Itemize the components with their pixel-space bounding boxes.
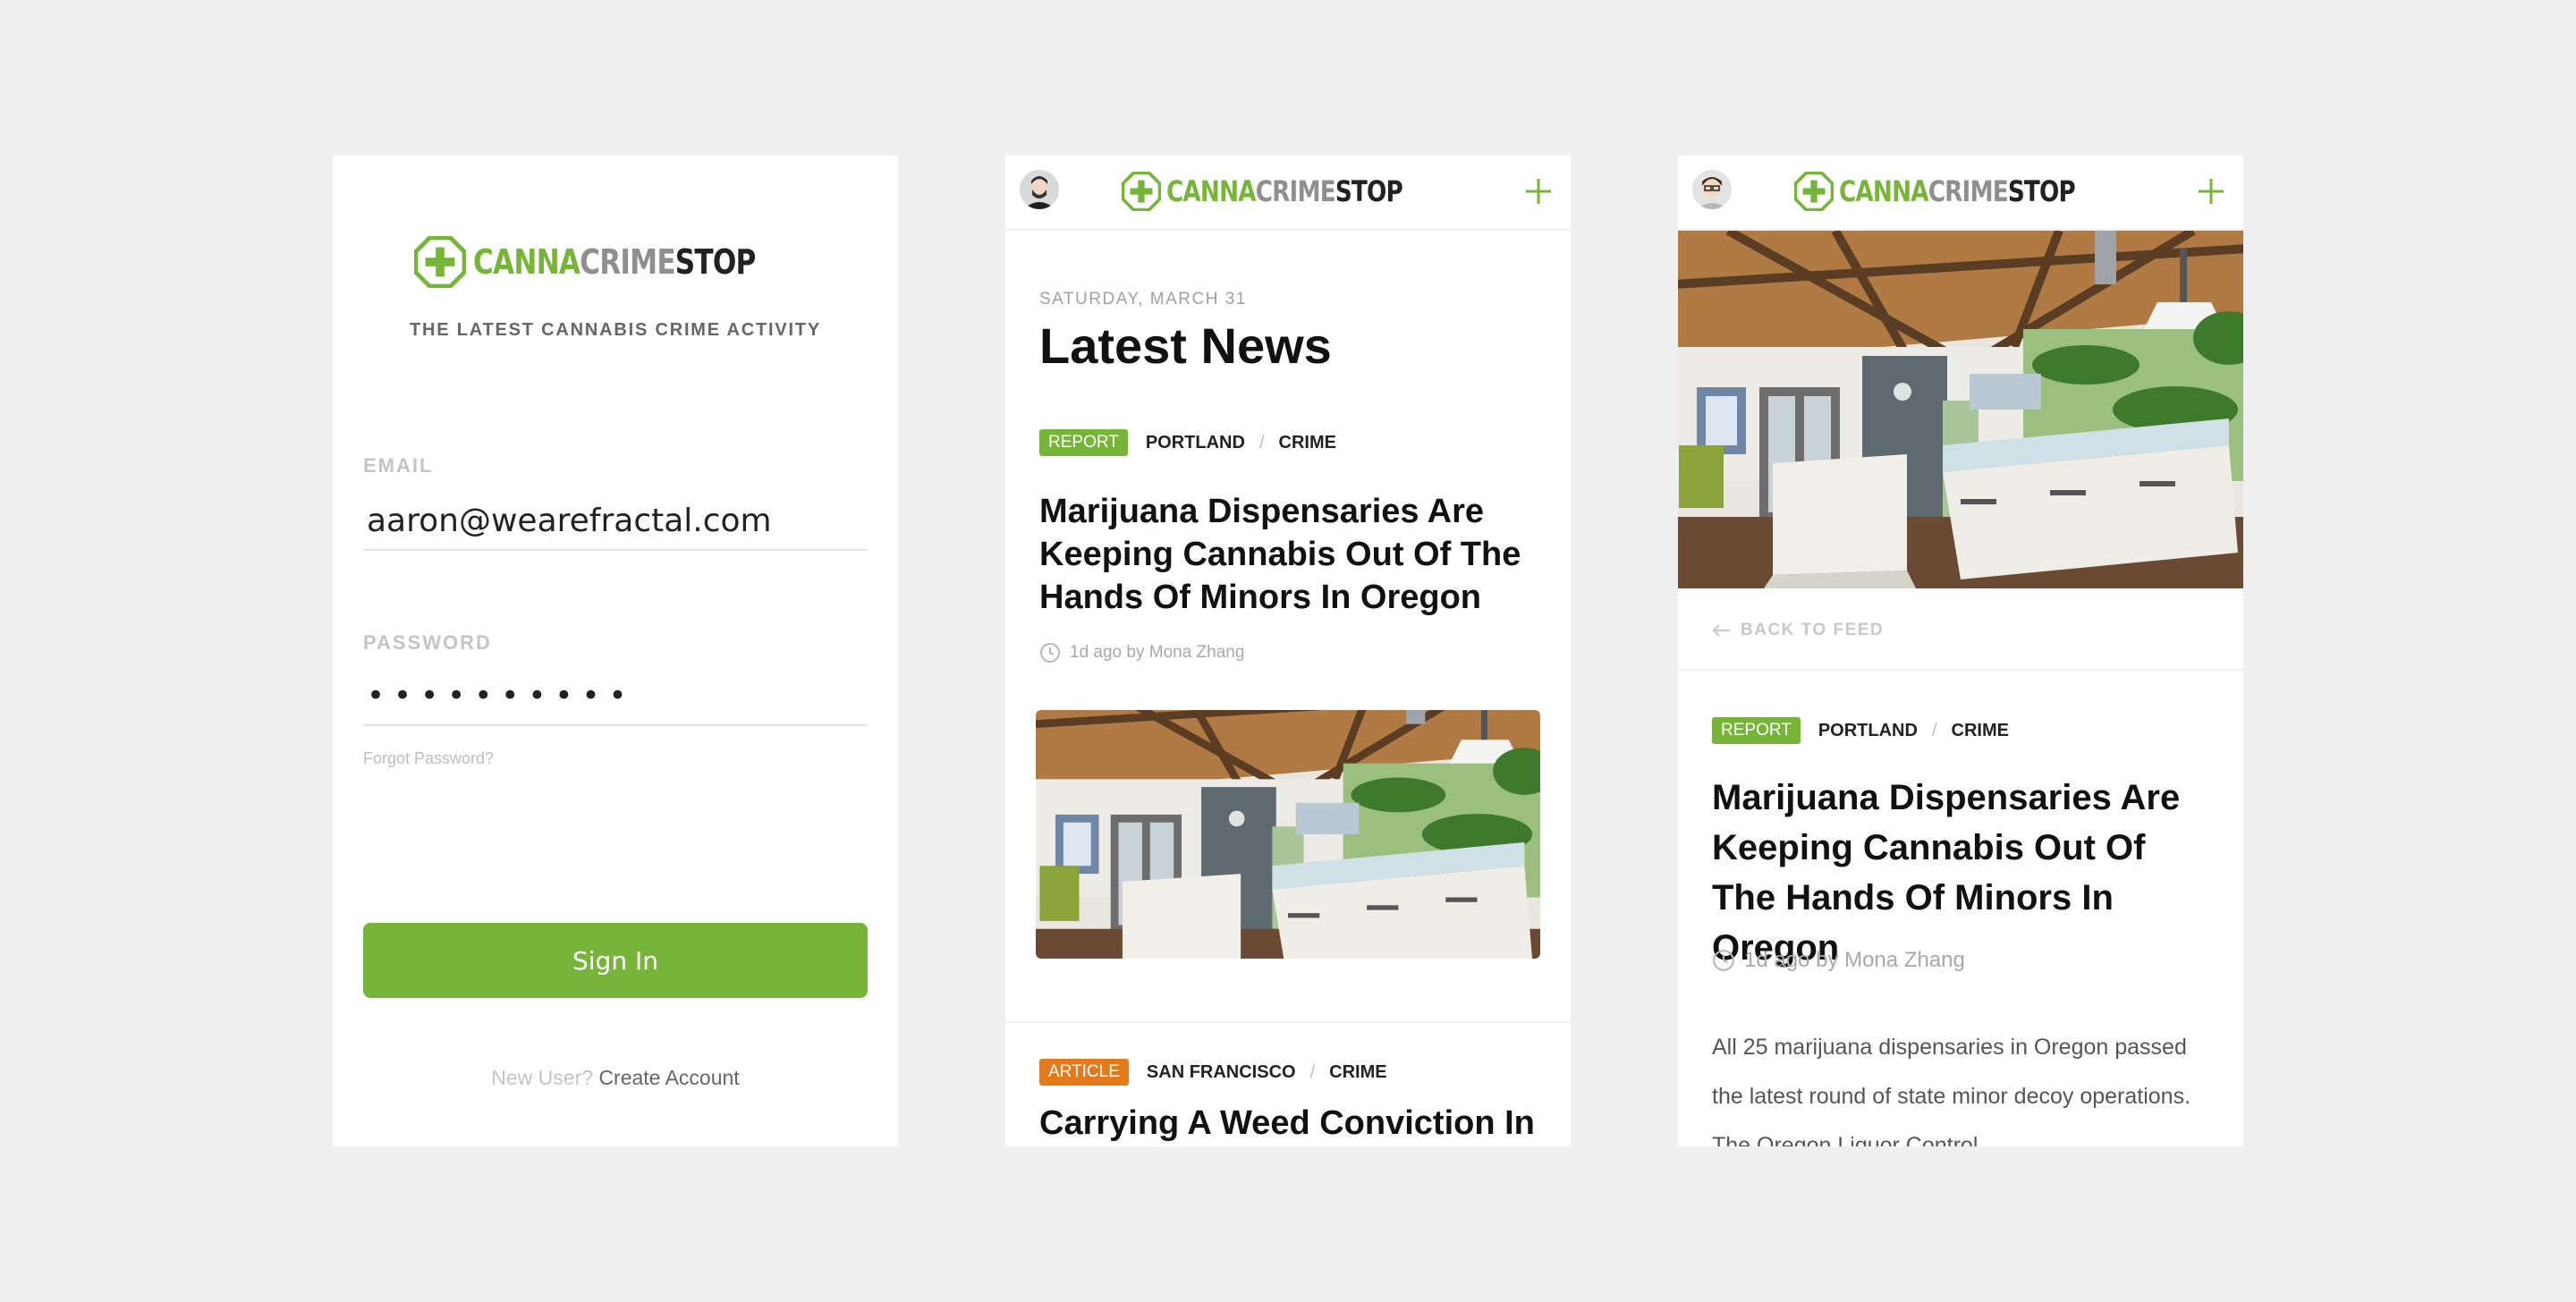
app-header: CANNACRIMESTOP — [1678, 156, 2243, 231]
article-headline[interactable]: Marijuana Dispensaries Are Keeping Canna… — [1039, 490, 1540, 619]
password-label: PASSWORD — [363, 631, 492, 654]
brand-logo: CANNACRIMESTOP — [333, 236, 898, 288]
article-meta-text: 1d ago by Mona Zhang — [1744, 948, 1965, 972]
cross-octagon-icon — [1794, 172, 1834, 211]
plus-icon[interactable] — [1522, 175, 1555, 207]
brand-part-canna: CANNA — [472, 242, 580, 282]
article-headline[interactable]: Carrying A Weed Conviction In — [1039, 1102, 1540, 1145]
back-to-feed-link[interactable]: BACK TO FEED — [1712, 621, 1884, 640]
back-to-feed-label: BACK TO FEED — [1741, 621, 1885, 639]
article-meta: 1d ago by Mona Zhang — [1039, 642, 1244, 664]
cross-octagon-icon — [1122, 172, 1161, 211]
feed-date: SATURDAY, MARCH 31 — [1039, 290, 1247, 309]
clock-icon — [1040, 643, 1060, 663]
cross-octagon-icon — [414, 236, 466, 288]
article-divider — [1005, 1021, 1571, 1023]
brand-part-stop: STOP — [1335, 174, 1403, 208]
app-header: CANNACRIMESTOP — [1005, 156, 1571, 231]
brand-part-crime: CRIME — [579, 242, 675, 282]
article-meta: 1d ago by Mona Zhang — [1712, 948, 1965, 973]
news-feed-screen: CANNACRIMESTOP SATURDAY, MARCH 31 Latest… — [1005, 156, 1571, 1146]
email-field[interactable] — [363, 492, 868, 551]
new-user-prompt: New User? — [491, 1066, 594, 1089]
article-detail-screen: CANNACRIMESTOP BACK TO FEED REPORT PORTL… — [1678, 156, 2243, 1146]
forgot-password-link[interactable]: Forgot Password? — [363, 749, 494, 768]
sign-in-button[interactable]: Sign In — [363, 923, 868, 998]
article-badge[interactable]: ARTICLE — [1039, 1059, 1129, 1086]
brand-wordmark: CANNACRIMESTOP — [1166, 174, 1403, 208]
article-photo[interactable] — [1036, 710, 1540, 959]
login-screen: CANNACRIMESTOP THE LATEST CANNABIS CRIME… — [333, 156, 898, 1146]
category-tag[interactable]: CRIME — [1329, 1062, 1386, 1083]
section-divider — [1678, 669, 2243, 671]
report-badge[interactable]: REPORT — [1039, 429, 1128, 456]
arrow-left-icon — [1712, 624, 1730, 637]
brand-part-crime: CRIME — [1928, 174, 2009, 208]
article-headline: Marijuana Dispensaries Are Keeping Canna… — [1712, 778, 2181, 968]
clock-icon — [1713, 950, 1734, 971]
location-tag[interactable]: PORTLAND — [1146, 433, 1245, 453]
category-tag[interactable]: CRIME — [1279, 433, 1336, 453]
brand-logo: CANNACRIMESTOP — [1005, 172, 1571, 211]
article-body: All 25 marijuana dispensaries in Oregon … — [1712, 1035, 2191, 1146]
plus-icon[interactable] — [2195, 175, 2227, 207]
tag-separator: / — [1258, 432, 1265, 452]
brand-logo: CANNACRIMESTOP — [1678, 172, 2243, 211]
article-tags: REPORT PORTLAND / CRIME — [1712, 717, 2009, 744]
brand-part-canna: CANNA — [1839, 174, 1929, 208]
tag-separator: / — [1309, 1061, 1316, 1082]
location-tag[interactable]: SAN FRANCISCO — [1147, 1062, 1296, 1083]
brand-part-crime: CRIME — [1255, 174, 1336, 208]
email-label: EMAIL — [363, 454, 434, 477]
report-badge[interactable]: REPORT — [1712, 717, 1801, 744]
brand-part-canna: CANNA — [1166, 174, 1257, 208]
create-account-link[interactable]: Create Account — [598, 1066, 739, 1089]
brand-part-stop: STOP — [674, 242, 756, 282]
brand-wordmark: CANNACRIMESTOP — [473, 242, 756, 282]
page-title: Latest News — [1039, 317, 1332, 374]
new-user-row: New User? Create Account — [333, 1066, 898, 1090]
article-meta-text: 1d ago by Mona Zhang — [1070, 643, 1245, 662]
tag-separator: / — [1931, 720, 1937, 740]
article-tags: REPORT PORTLAND / CRIME — [1039, 429, 1336, 456]
brand-wordmark: CANNACRIMESTOP — [1839, 174, 2076, 208]
tagline: THE LATEST CANNABIS CRIME ACTIVITY — [409, 320, 822, 340]
dispensary-photo-image — [1036, 710, 1540, 959]
brand-part-stop: STOP — [2007, 174, 2076, 208]
category-tag[interactable]: CRIME — [1952, 721, 2009, 741]
location-tag[interactable]: PORTLAND — [1818, 721, 1918, 741]
hero-photo — [1678, 231, 2243, 588]
article-tags: ARTICLE SAN FRANCISCO / CRIME — [1039, 1059, 1387, 1086]
dispensary-photo-image — [1678, 231, 2243, 588]
password-field[interactable] — [363, 667, 868, 726]
